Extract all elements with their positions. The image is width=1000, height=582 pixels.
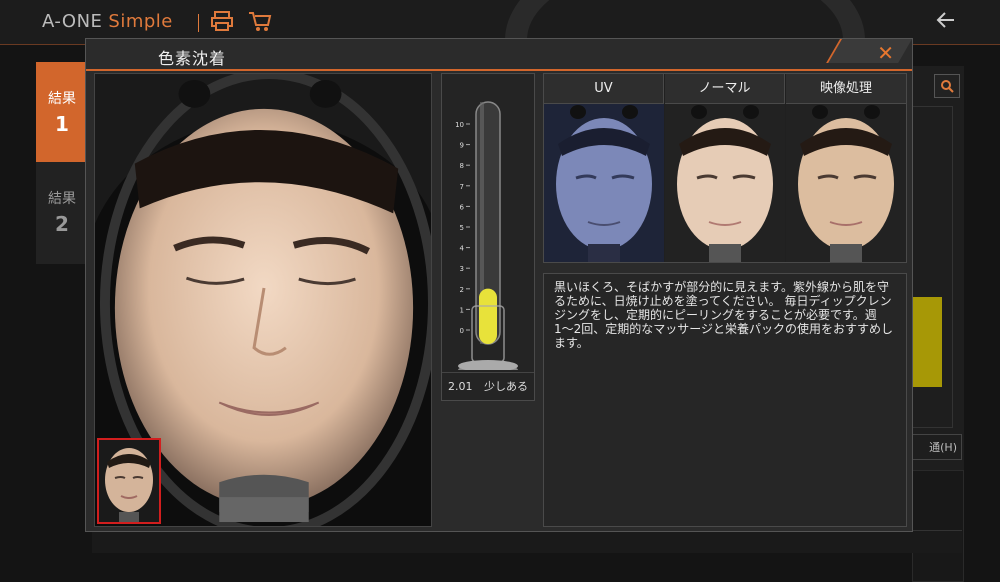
tab-label: 結果 bbox=[48, 91, 76, 107]
background-label: 通(H) bbox=[912, 434, 962, 460]
gauge-level: 少しある bbox=[484, 380, 528, 393]
gauge-tick-label: 10 bbox=[455, 121, 464, 129]
gauge-tick-label: 0 bbox=[460, 327, 464, 335]
gauge-fill bbox=[479, 288, 497, 344]
background-box bbox=[912, 470, 964, 582]
thumbnail-image[interactable] bbox=[97, 438, 161, 524]
tab-number: 2 bbox=[55, 212, 69, 236]
view-header-normal: ノーマル bbox=[665, 74, 785, 104]
background-gauge bbox=[912, 106, 953, 428]
normal-face-image bbox=[665, 104, 785, 262]
gauge-caption: 2.01 少しある bbox=[442, 372, 534, 401]
gauge-tick-label: 3 bbox=[460, 265, 464, 273]
processed-face-image bbox=[786, 104, 906, 262]
gauge-tick-label: 8 bbox=[460, 162, 464, 170]
gauge-tick-label: 1 bbox=[460, 306, 464, 314]
description-panel: 黒いほくろ、そばかすが部分的に見えます。紫外線から肌を守るために、日焼け止めを塗… bbox=[543, 273, 907, 527]
description-text: 黒いほくろ、そばかすが部分的に見えます。紫外線から肌を守るために、日焼け止めを塗… bbox=[554, 280, 894, 350]
back-arrow-icon[interactable] bbox=[936, 10, 956, 36]
tab-number: 1 bbox=[55, 112, 69, 136]
modal-header: 色素沈着 ✕ bbox=[86, 39, 912, 71]
gauge-panel: 10 9 8 7 6 5 4 3 2 1 0 2.01 少しある bbox=[441, 73, 535, 401]
background-bottom-bar bbox=[92, 530, 962, 553]
gauge-tick-label: 7 bbox=[460, 183, 464, 191]
gauge-tick-label: 5 bbox=[460, 224, 464, 232]
gauge-value: 2.01 bbox=[448, 380, 473, 393]
header-divider bbox=[198, 14, 199, 32]
view-uv[interactable]: UV bbox=[544, 74, 664, 262]
gauge-tick-label: 4 bbox=[460, 245, 465, 253]
view-mode-panel: UV ノーマル 映像処理 bbox=[543, 73, 907, 263]
uv-face-image bbox=[544, 104, 664, 262]
result-tabs: 結果 1 結果 2 bbox=[36, 62, 88, 264]
pigment-gauge: 109876543210 bbox=[455, 101, 518, 370]
gauge-tick-label: 9 bbox=[460, 142, 464, 150]
close-icon[interactable]: ✕ bbox=[877, 41, 894, 65]
tab-result-2[interactable]: 結果 2 bbox=[36, 162, 88, 262]
thumbnail-face bbox=[99, 440, 159, 522]
search-icon[interactable] bbox=[934, 74, 960, 98]
background-right-panel: 通(H) bbox=[912, 66, 964, 582]
pigmentation-modal: 色素沈着 ✕ 10 9 8 7 6 5 4 3 2 1 0 2.01 少しある … bbox=[85, 38, 913, 532]
view-header-uv: UV bbox=[544, 74, 664, 104]
view-header-processed: 映像処理 bbox=[786, 74, 906, 104]
face-image-panel bbox=[94, 73, 432, 527]
printer-icon[interactable] bbox=[210, 10, 234, 37]
gauge-tick-label: 2 bbox=[460, 286, 464, 294]
view-processed[interactable]: 映像処理 bbox=[786, 74, 906, 262]
modal-title: 色素沈着 bbox=[158, 49, 227, 68]
close-button-bg bbox=[826, 39, 912, 63]
tab-result-1[interactable]: 結果 1 bbox=[36, 62, 88, 162]
cart-icon[interactable] bbox=[248, 10, 272, 37]
gauge-tick-label: 6 bbox=[460, 203, 465, 211]
tab-label: 結果 bbox=[48, 191, 76, 207]
app-logo: A-ONE Simple bbox=[42, 11, 173, 32]
brand-sub: Simple bbox=[108, 11, 173, 32]
brand-main: A-ONE bbox=[42, 11, 103, 32]
view-normal[interactable]: ノーマル bbox=[665, 74, 785, 262]
